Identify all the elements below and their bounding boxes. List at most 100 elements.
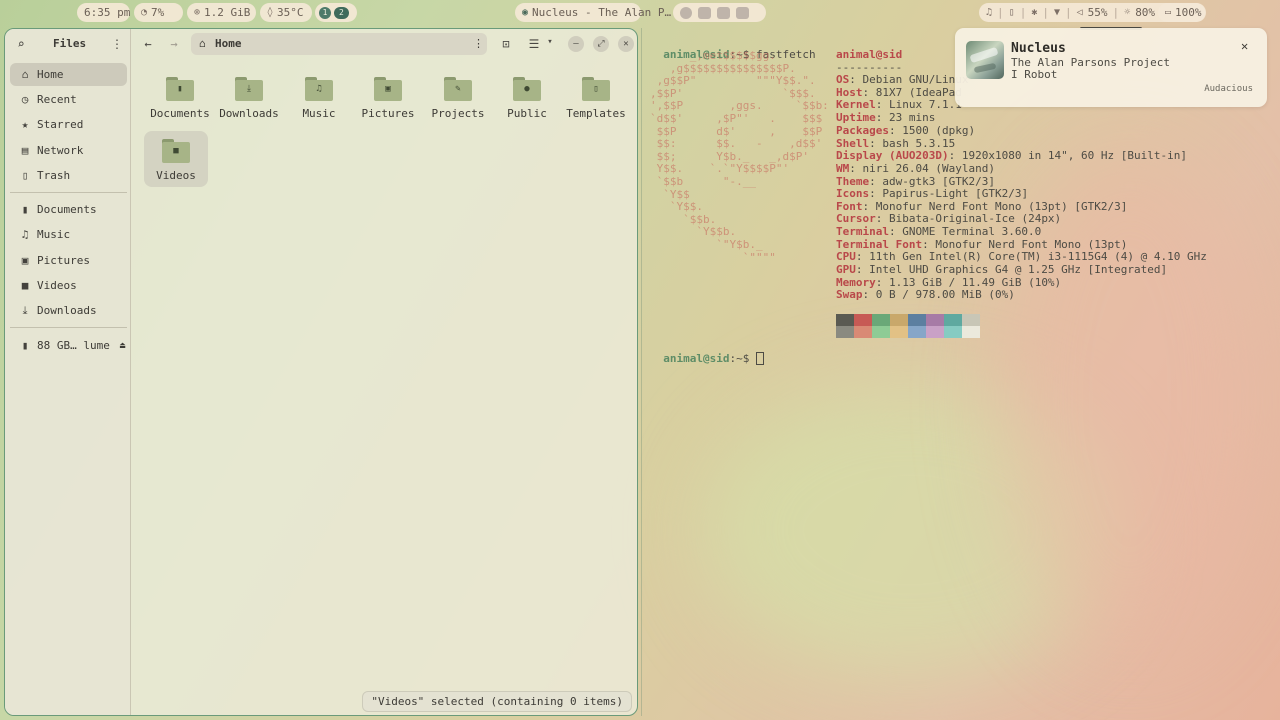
sidebar-item-drive[interactable]: ▮ 88 GB… lume ⏏ [10, 334, 127, 357]
folder-music[interactable]: ♫ Music [287, 77, 351, 120]
sidebar-item-downloads[interactable]: ⤓ Downloads [10, 299, 127, 322]
drive-icon: ▮ [21, 339, 29, 352]
sidebar-item-network[interactable]: ▤ Network [10, 139, 127, 162]
clock-pill[interactable]: 6:35 pm [77, 3, 130, 22]
sidebar-item-recent[interactable]: ◷ Recent [10, 88, 127, 111]
sidebar-item-videos[interactable]: ■ Videos [10, 274, 127, 297]
sidebar-item-starred[interactable]: ★ Starred [10, 113, 127, 136]
media-notification[interactable]: Nucleus The Alan Parsons Project I Robot… [955, 28, 1267, 107]
folder-label: Music [302, 107, 336, 120]
mail-icon[interactable] [717, 6, 730, 19]
folder-videos[interactable]: ■ Videos [144, 131, 208, 187]
folder-documents[interactable]: ▮ Documents [148, 77, 212, 120]
fetch-value: : Debian GNU/Linux [849, 73, 969, 86]
fetch-line: Cursor: Bibata-Original-Ice (24px) [836, 212, 1061, 225]
sidebar-item-label: Music [37, 228, 71, 241]
fetch-value: : Papirus-Light [GTK2/3] [869, 187, 1029, 200]
sidebar-item-home[interactable]: ⌂ Home [10, 63, 127, 86]
folder-templates[interactable]: ▯ Templates [564, 77, 628, 120]
folder-icon: ✎ [444, 77, 472, 101]
folder-icon: ● [513, 77, 541, 101]
brightness-text: 80% [1135, 6, 1156, 19]
folder-downloads[interactable]: ⤓ Downloads [217, 77, 281, 120]
view-list-icon[interactable]: ☰ [527, 37, 541, 51]
network-icon: ▤ [21, 144, 29, 157]
fetch-line: Icons: Papirus-Light [GTK2/3] [836, 187, 1028, 200]
back-arrow-icon[interactable]: ← [141, 37, 155, 51]
fetch-value: : GNOME Terminal 3.60.0 [888, 225, 1042, 238]
temp-pill[interactable]: ◊ 35°C [260, 3, 312, 22]
eject-icon[interactable]: ⏏ [120, 341, 125, 351]
fetch-key: Display (AUO203D) [836, 149, 949, 162]
fetch-key: Cursor [836, 212, 876, 225]
minimize-icon[interactable]: – [568, 36, 584, 52]
wifi-icon[interactable]: ▼ [1054, 7, 1060, 18]
sidebar-item-pictures[interactable]: ▣ Pictures [10, 249, 127, 272]
battery-pill[interactable]: ▭ 100% [1158, 3, 1206, 22]
template-icon: ▯ [593, 84, 599, 94]
folder-public[interactable]: ● Public [495, 77, 559, 120]
clock-text: 6:35 pm [84, 6, 131, 19]
battery-icon: ▭ [1165, 7, 1172, 18]
fetch-line: OS: Debian GNU/Linux [836, 73, 968, 86]
fetch-key: Swap [836, 288, 863, 301]
brightness-icon[interactable]: ☼ [1124, 7, 1130, 18]
document-icon: ▮ [177, 84, 183, 94]
bell-icon[interactable]: ♫ [986, 7, 992, 18]
chevron-down-icon[interactable]: ▾ [545, 37, 555, 47]
path-bar[interactable]: ⌂ Home ⋮ [191, 33, 487, 55]
palette-swatch [836, 314, 854, 326]
person-icon: ● [524, 84, 530, 94]
folder-pictures[interactable]: ▣ Pictures [356, 77, 420, 120]
cpu-icon: ◔ [141, 7, 148, 18]
volume-icon[interactable]: ◁ [1077, 7, 1083, 18]
download-icon: ⤓ [247, 84, 251, 94]
mail-icon[interactable] [736, 6, 749, 19]
sidebar-item-documents[interactable]: ▮ Documents [10, 198, 127, 221]
star-icon: ★ [21, 118, 29, 131]
workspace-1[interactable]: 1 [319, 6, 331, 19]
close-icon[interactable]: ✕ [1241, 39, 1248, 53]
folder-label: Downloads [219, 107, 279, 120]
bluetooth-icon[interactable]: ✱ [1031, 7, 1037, 18]
search-icon[interactable]: ⌕ [14, 37, 28, 51]
separator: | [1065, 6, 1072, 19]
palette-swatch [962, 326, 980, 338]
folder-icon: ▯ [582, 77, 610, 101]
cpu-pill[interactable]: ◔ 7% [134, 3, 183, 22]
fetch-key: OS [836, 73, 850, 86]
sidebar-divider [10, 327, 127, 328]
fetch-key: WM [836, 162, 850, 175]
palette-swatch [890, 314, 908, 326]
temp-text: 35°C [277, 6, 304, 19]
workspace-2[interactable]: 2 [334, 6, 349, 19]
ram-pill[interactable]: ⊚ 1.2 GiB [187, 3, 256, 22]
path-menu-icon[interactable]: ⋮ [473, 37, 484, 50]
fetch-line: Uptime: 23 mins [836, 111, 935, 124]
sidebar-item-trash[interactable]: ▯ Trash [10, 164, 127, 187]
folder-projects[interactable]: ✎ Projects [426, 77, 490, 120]
folder-label: Projects [431, 107, 485, 120]
media-pill[interactable]: ◉ Nucleus - The Alan P… [515, 3, 671, 22]
forward-arrow-icon[interactable]: → [167, 37, 181, 51]
tray-app-icon[interactable] [680, 6, 692, 19]
fetch-line: Kernel: Linux 7.1.1 [836, 98, 962, 111]
search-folder-icon[interactable]: ⊡ [499, 37, 513, 51]
music-icon: ♫ [21, 228, 29, 241]
notification-title: Nucleus [1011, 41, 1066, 56]
separator: | [997, 6, 1004, 19]
clipboard-icon[interactable]: ▯ [1009, 7, 1015, 18]
main-menu-icon[interactable]: ⋮ [111, 37, 123, 51]
home-icon: ⌂ [21, 68, 29, 81]
tools-icon: ✎ [455, 84, 461, 94]
tray-app-icon[interactable] [698, 6, 711, 19]
palette-swatch [854, 314, 872, 326]
volume-text: 55% [1087, 6, 1108, 19]
notification-album: I Robot [1011, 68, 1058, 81]
palette-swatch [944, 314, 962, 326]
ram-text: 1.2 GiB [204, 6, 251, 19]
sidebar-item-music[interactable]: ♫ Music [10, 223, 127, 246]
sidebar-item-label: Videos [37, 279, 77, 292]
close-icon[interactable]: ✕ [618, 36, 634, 52]
maximize-icon[interactable]: ⤢ [593, 36, 609, 52]
